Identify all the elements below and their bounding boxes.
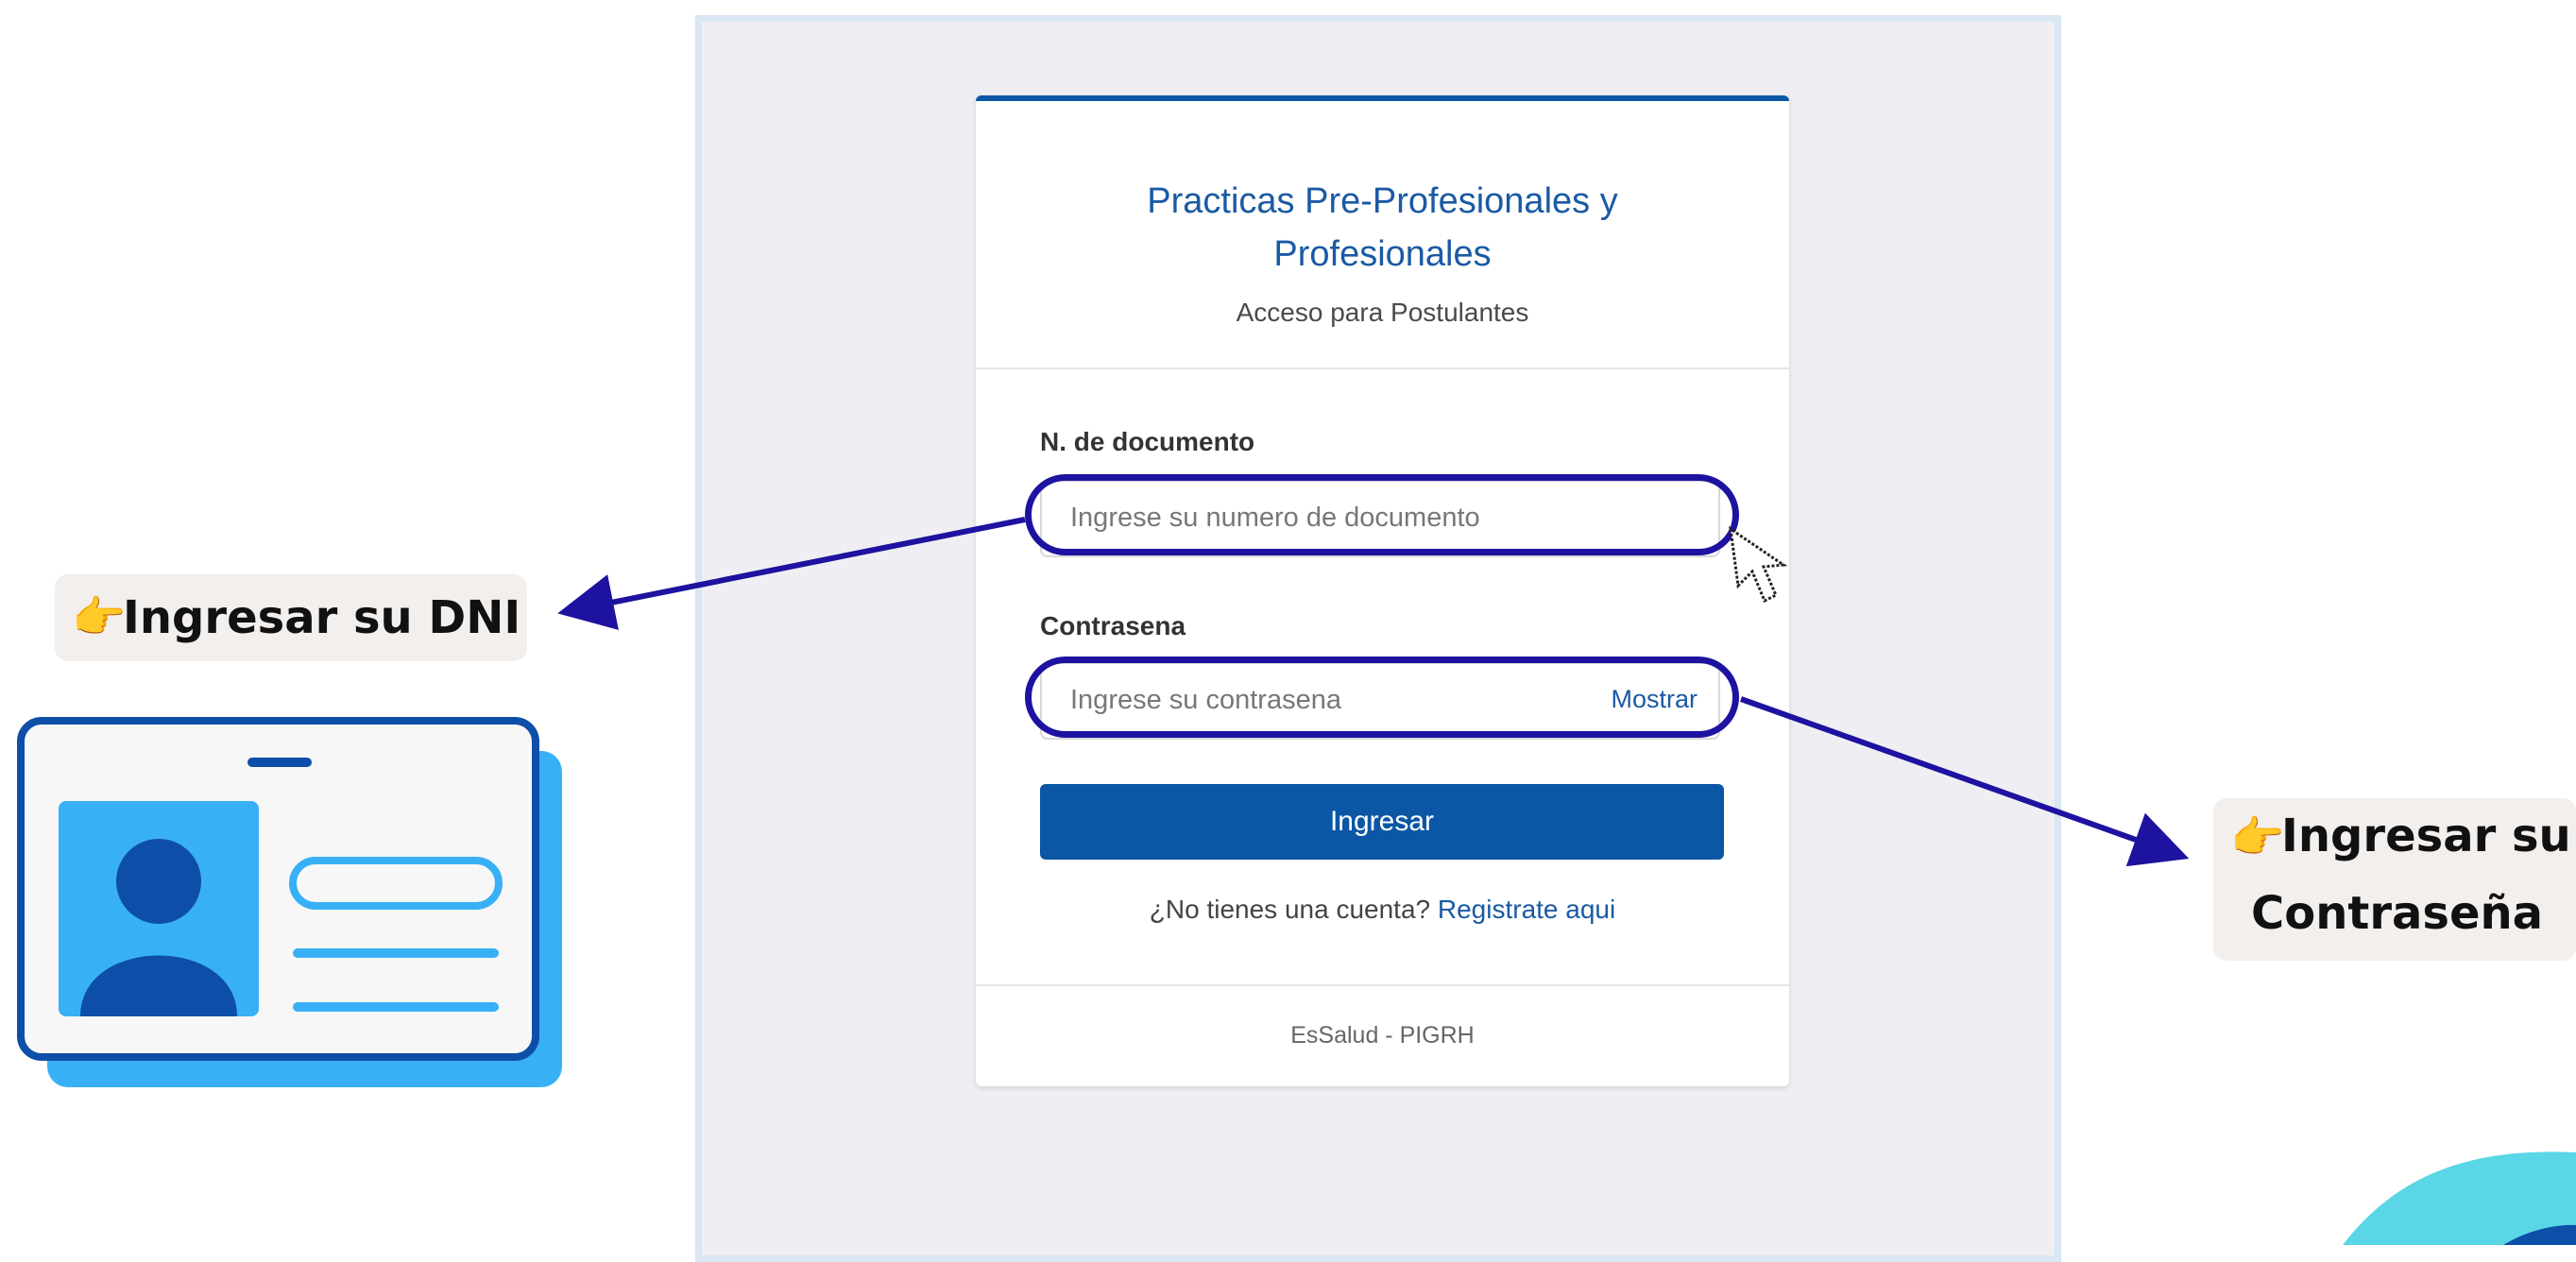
password-callout-line1: Ingresar su bbox=[2281, 810, 2571, 862]
password-callout-line2: Contraseña bbox=[2251, 887, 2544, 940]
dni-callout: 👉 Ingresar su DNI bbox=[55, 574, 527, 661]
dni-arrow bbox=[557, 517, 1026, 630]
mouse-cursor-icon bbox=[1729, 525, 1788, 604]
dni-callout-text: Ingresar su DNI bbox=[123, 591, 521, 644]
password-arrow bbox=[1739, 696, 2190, 867]
pointing-hand-icon: 👉 bbox=[2230, 811, 2285, 862]
decorative-ring-icon bbox=[2343, 1151, 2576, 1245]
pointing-hand-icon: 👉 bbox=[72, 591, 127, 642]
id-card-icon bbox=[17, 717, 562, 1087]
password-callout: 👉 Ingresar su Contraseña bbox=[2213, 798, 2576, 961]
